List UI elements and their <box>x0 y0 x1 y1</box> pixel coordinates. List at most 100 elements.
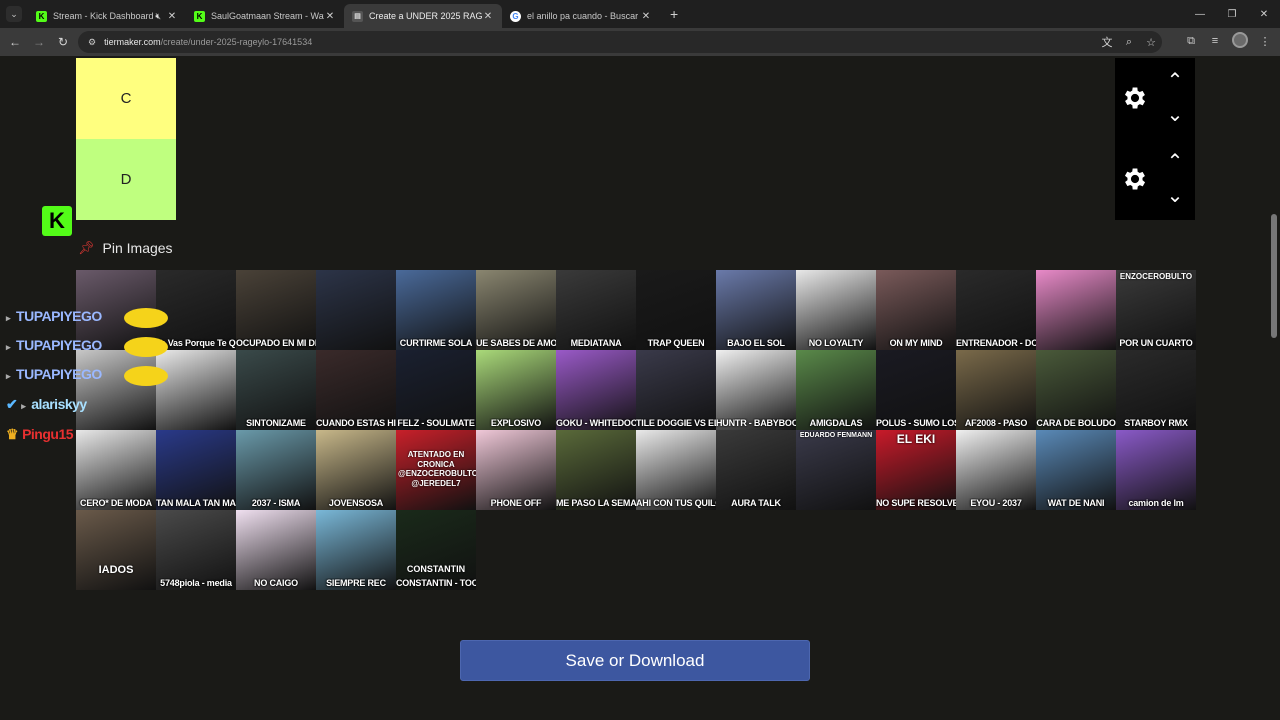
tab-kick-dashboard[interactable]: K Stream - Kick Dashboard 🔇︎ ✕ <box>28 4 186 28</box>
tier-image-tile[interactable]: ME PASO LA SEMANA <box>556 430 636 510</box>
address-bar[interactable]: ⚙ tiermaker.com/create/under-2025-rageyl… <box>78 31 1162 53</box>
tier-drop-area[interactable] <box>176 58 1115 139</box>
close-window-button[interactable]: ✕ <box>1248 0 1280 28</box>
close-icon[interactable]: ✕ <box>324 11 336 22</box>
tile-text: EL EKI <box>896 432 936 446</box>
restore-button[interactable]: ❐ <box>1216 0 1248 28</box>
tier-image-tile[interactable]: POR UN CUARTO ENZOCEROBULTO <box>1116 270 1196 350</box>
tier-image-tile[interactable]: WAT DE NANI <box>1036 430 1116 510</box>
gear-icon[interactable] <box>1121 84 1149 112</box>
tier-image-tile[interactable]: POLUS - SUMO LOST MEDIA <box>876 350 956 430</box>
tier-image-tile[interactable]: AHI CON TUS QUILOMBOS <box>636 430 716 510</box>
tile-caption: OCUPADO EN MI DROGA <box>236 338 316 348</box>
tier-image-tile[interactable]: NO CAIGO <box>236 510 316 590</box>
tier-image-tile[interactable] <box>1036 270 1116 350</box>
chat-message: ✔ ▸ alariskyy <box>6 396 87 412</box>
tier-image-tile[interactable] <box>156 350 236 430</box>
chevron-down-icon[interactable]: ⌄ <box>1165 105 1185 125</box>
profile-avatar[interactable] <box>1232 32 1248 48</box>
tier-image-tile[interactable]: 5748piola - media <box>156 510 236 590</box>
tier-image-tile[interactable]: STARBOY RMX <box>1116 350 1196 430</box>
tier-image-tile[interactable]: NO LOYALTY <box>796 270 876 350</box>
tile-caption: TAN MALA TAN MALA <box>156 498 236 508</box>
tier-image-tile[interactable]: AURA TALK <box>716 430 796 510</box>
bookmark-star-icon[interactable]: ☆ <box>1144 33 1158 51</box>
tier-image-tile[interactable]: PHONE OFF <box>476 430 556 510</box>
back-arrow-icon[interactable]: ← <box>3 30 27 54</box>
tier-image-tile[interactable]: JOVENSOSA <box>316 430 396 510</box>
tier-image-tile[interactable] <box>316 270 396 350</box>
reload-icon[interactable]: ↻ <box>51 30 75 54</box>
mute-icon[interactable]: 🔇︎ <box>155 11 161 22</box>
tier-image-tile[interactable]: GOKU - WHITEDOOR <box>556 350 636 430</box>
pin-images-toggle[interactable]: 📌︎ Pin Images <box>78 240 173 256</box>
tier-image-tile[interactable]: TAN MALA TAN MALA <box>156 430 236 510</box>
tier-image-tile[interactable]: EYOU - 2037 <box>956 430 1036 510</box>
tier-image-tile[interactable]: CURTIRME SOLA <box>396 270 476 350</box>
tile-caption: CUANDO ESTAS HIGH <box>316 418 396 428</box>
tier-image-tile[interactable]: BAJO EL SOL <box>716 270 796 350</box>
tier-image-tile[interactable]: NO SUPE RESOLVER EL EKI <box>876 430 956 510</box>
tier-image-tile[interactable]: Te Vas Porque Te Quiero <box>156 270 236 350</box>
tier-image-tile[interactable]: ENTRENADOR - DOLLY <box>956 270 1036 350</box>
tier-label[interactable]: C <box>76 58 176 139</box>
new-tab-button[interactable]: + <box>670 6 678 22</box>
tier-image-tile[interactable]: SIEMPRE REC <box>316 510 396 590</box>
page-scrollbar[interactable] <box>1268 56 1280 720</box>
forward-arrow-icon[interactable]: → <box>27 30 51 54</box>
tier-image-tile[interactable]: CUANDO ESTAS HIGH <box>316 350 396 430</box>
tile-text: ATENTADO EN CRONICA @ENZOCEROBULTO @JERE… <box>398 450 476 488</box>
tile-caption: GOKU - WHITEDOOR <box>556 418 636 428</box>
chevron-down-icon[interactable]: ⌄ <box>1165 186 1185 206</box>
tier-image-tile[interactable]: AF2008 - PASO <box>956 350 1036 430</box>
tier-image-tile[interactable]: AMIGDALAS <box>796 350 876 430</box>
tier-image-tile[interactable]: CARA DE BOLUDO <box>1036 350 1116 430</box>
tab-saulgoatmaan[interactable]: K SaulGoatmaan Stream - Watch ✕ <box>186 4 344 28</box>
tier-image-tile[interactable]: CERO* DE MODA <box>76 430 156 510</box>
tier-image-tile[interactable]: CONSTANTIN - TOO YUGAN CONSTANTIN <box>396 510 476 590</box>
tier-image-tile[interactable]: EDUARDO FENMANN <box>796 430 876 510</box>
tier-image-tile[interactable] <box>76 350 156 430</box>
chevron-up-icon[interactable]: ⌃ <box>1165 71 1185 91</box>
close-icon[interactable]: ✕ <box>482 11 494 22</box>
tier-image-tile[interactable]: SINTONIZAME <box>236 350 316 430</box>
site-info-icon[interactable]: ⚙ <box>88 37 96 48</box>
zoom-icon[interactable]: ⌕ <box>1122 33 1136 51</box>
tile-caption: BAJO EL SOL <box>727 338 785 348</box>
save-or-download-button[interactable]: Save or Download <box>460 640 810 681</box>
close-icon[interactable]: ✕ <box>640 11 652 22</box>
tab-label: SaulGoatmaan Stream - Watch <box>211 11 324 21</box>
extensions-icon[interactable]: ⧉ <box>1184 32 1198 50</box>
close-icon[interactable]: ✕ <box>166 11 178 22</box>
tier-image-tile[interactable]: FELZ - SOULMATE <box>396 350 476 430</box>
minimize-button[interactable]: — <box>1184 0 1216 28</box>
gear-icon[interactable] <box>1121 165 1149 193</box>
tier-image-tile[interactable]: TRAP QUEEN <box>636 270 716 350</box>
scrollbar-thumb[interactable] <box>1271 214 1277 338</box>
tier-image-tile[interactable]: UE SABES DE AMOR <box>476 270 556 350</box>
media-controls-icon[interactable]: ≡ <box>1208 32 1222 50</box>
url-domain: tiermaker.com <box>104 37 161 47</box>
tier-image-tile[interactable]: EXPLOSIVO <box>476 350 556 430</box>
tier-image-tile[interactable]: TILE DOGGIE VS EL GOBIER <box>636 350 716 430</box>
translate-icon[interactable]: 文 <box>1100 33 1114 51</box>
tier-image-tile[interactable]: 2037 - ISMA <box>236 430 316 510</box>
tier-image-tile[interactable]: HUNTR - BABYBOO <box>716 350 796 430</box>
tab-search-icon[interactable]: ⌄ <box>6 6 22 22</box>
tier-image-tile[interactable]: OCUPADO EN MI DROGA <box>236 270 316 350</box>
tab-google-search[interactable]: G el anillo pa cuando - Buscar co ✕ <box>502 4 660 28</box>
tier-image-tile[interactable]: MEDIATANA <box>556 270 636 350</box>
tier-label[interactable]: D <box>76 139 176 220</box>
tier-image-tile[interactable]: IADOS <box>76 510 156 590</box>
menu-kebab-icon[interactable]: ⋮ <box>1258 32 1272 50</box>
tier-drop-area[interactable] <box>176 139 1115 220</box>
tab-tiermaker[interactable]: ▤ Create a UNDER 2025 RAGEYLO ✕ <box>344 4 502 28</box>
tile-caption: PHONE OFF <box>490 498 542 508</box>
tier-image-tile[interactable]: ON MY MIND <box>876 270 956 350</box>
tier-image-tile[interactable]: ATENTADO EN CRONICA @ENZOCEROBULTO @JERE… <box>396 430 476 510</box>
tile-caption: ENTRENADOR - DOLLY <box>956 338 1036 348</box>
tier-image-tile[interactable]: camion de lm <box>1116 430 1196 510</box>
tile-caption: CARA DE BOLUDO <box>1036 418 1116 428</box>
chevron-up-icon[interactable]: ⌃ <box>1165 152 1185 172</box>
emote-icon <box>124 308 168 328</box>
